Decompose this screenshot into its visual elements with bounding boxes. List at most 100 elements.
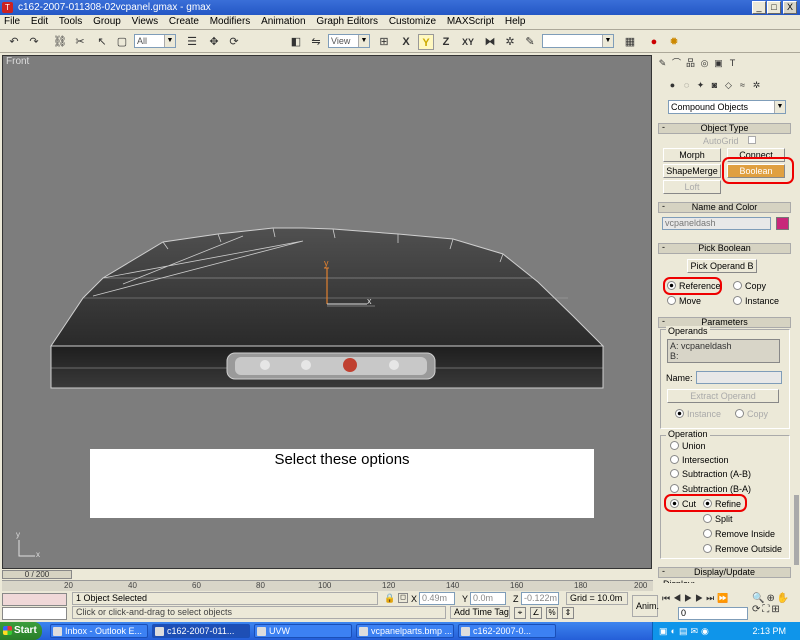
object-category-dropdown[interactable]: Compound Objects ▼ xyxy=(668,100,786,114)
pick-boolean-rollout-header[interactable]: Pick Boolean xyxy=(658,243,791,254)
panel-scrollbar[interactable] xyxy=(794,495,799,565)
taskbar-item-uvw[interactable]: UVW xyxy=(254,624,352,638)
display-update-rollout-header[interactable]: Display/Update xyxy=(658,567,791,578)
move-icon[interactable]: ✥ xyxy=(206,34,222,50)
animate-mode-button[interactable]: Anim. xyxy=(632,595,659,617)
taskbar-item-bmp[interactable]: vcpanelparts.bmp ... xyxy=(356,624,454,638)
close-button[interactable]: X xyxy=(783,1,797,14)
mirror-icon[interactable]: ⇋ xyxy=(308,34,324,50)
tray-icons[interactable]: ▣◐▤✉◉ xyxy=(659,622,712,640)
lights-category-icon[interactable]: ✦ xyxy=(695,79,706,91)
loft-button[interactable]: Loft xyxy=(663,180,721,194)
spacewarps-category-icon[interactable]: ≈ xyxy=(737,79,748,91)
material-editor-icon[interactable]: ▦ xyxy=(622,34,638,50)
maxscript-listener-swatch[interactable] xyxy=(2,593,67,606)
mirror-selected-icon[interactable]: ⧓ xyxy=(482,34,498,50)
instance-radio[interactable]: Instance xyxy=(733,296,779,307)
playback-controls[interactable]: ⏮◀▶▶⏭⏩ xyxy=(662,593,748,605)
cameras-category-icon[interactable]: ◙ xyxy=(709,79,720,91)
menu-group[interactable]: Group xyxy=(89,15,125,29)
object-color-swatch[interactable] xyxy=(776,217,789,230)
taskbar-item-gmax-2[interactable]: c162-2007-0... xyxy=(458,624,556,638)
menu-views[interactable]: Views xyxy=(128,15,163,29)
taskbar-item-gmax[interactable]: c162-2007-011... xyxy=(152,624,250,638)
z-coordinate-field[interactable]: -0.122m xyxy=(521,592,559,605)
morph-button[interactable]: Morph xyxy=(663,148,721,162)
menu-edit[interactable]: Edit xyxy=(27,15,52,29)
x-coordinate-field[interactable]: 0.49m xyxy=(419,592,455,605)
time-slider[interactable]: 0 / 200 xyxy=(2,570,72,579)
axis-x-button[interactable]: X xyxy=(398,34,414,50)
scale-icon[interactable]: ◧ xyxy=(288,34,304,50)
pick-operand-b-button[interactable]: Pick Operand B xyxy=(687,259,757,273)
menu-maxscript[interactable]: MAXScript xyxy=(443,15,498,29)
menu-customize[interactable]: Customize xyxy=(385,15,440,29)
name-and-color-rollout-header[interactable]: Name and Color xyxy=(658,202,791,213)
gmax-app-icon[interactable]: T xyxy=(2,2,13,13)
angle-snap-icon[interactable]: ∠ xyxy=(530,607,542,619)
axis-z-button[interactable]: Z xyxy=(438,34,454,50)
move-radio[interactable]: Move xyxy=(667,296,701,307)
systems-category-icon[interactable]: ✲ xyxy=(751,79,762,91)
motion-tab-icon[interactable]: ◎ xyxy=(699,57,710,69)
snap-toggle-icon[interactable]: ⌖ xyxy=(514,607,526,619)
current-frame-field[interactable]: 0 xyxy=(678,607,748,620)
absolute-mode-icon[interactable]: ◻ xyxy=(398,593,408,603)
maxscript-listener-input[interactable] xyxy=(2,607,67,620)
select-by-name-icon[interactable]: ☰ xyxy=(184,34,200,50)
menu-help[interactable]: Help xyxy=(501,15,530,29)
undo-icon[interactable]: ↶ xyxy=(6,34,22,50)
extract-operand-button[interactable]: Extract Operand xyxy=(667,389,779,403)
object-name-field[interactable]: vcpaneldash xyxy=(662,217,771,230)
menu-modifiers[interactable]: Modifiers xyxy=(206,15,255,29)
select-object-icon[interactable]: ↖ xyxy=(94,34,110,50)
utilities-tab-icon[interactable]: T xyxy=(727,57,738,69)
viewport-navigation-controls[interactable]: 🔍⊕✋ ⟳⛶⊞ xyxy=(752,593,798,620)
spinner-snap-icon[interactable]: ⇕ xyxy=(562,607,574,619)
rotate-icon[interactable]: ⟳ xyxy=(226,34,242,50)
maximize-button[interactable]: □ xyxy=(767,1,781,14)
taskbar-item-outlook[interactable]: Inbox - Outlook E... xyxy=(50,624,148,638)
menu-file[interactable]: File xyxy=(0,15,24,29)
align-icon[interactable]: ✲ xyxy=(502,34,518,50)
menu-tools[interactable]: Tools xyxy=(55,15,86,29)
reference-coordinate-dropdown[interactable]: View ▼ xyxy=(328,34,370,48)
autogrid-checkbox[interactable] xyxy=(748,136,756,144)
split-radio[interactable]: Split xyxy=(703,514,733,525)
operand-a-item[interactable]: A: vcpaneldash xyxy=(670,341,732,351)
display-tab-icon[interactable]: ▣ xyxy=(713,57,724,69)
pivot-center-icon[interactable]: ⊞ xyxy=(376,34,392,50)
operand-b-item[interactable]: B: xyxy=(670,351,679,361)
copy-radio[interactable]: Copy xyxy=(733,281,766,292)
named-selection-icon[interactable]: ✎ xyxy=(522,34,538,50)
operands-list[interactable]: A: vcpaneldash B: xyxy=(667,339,780,363)
menu-create[interactable]: Create xyxy=(165,15,203,29)
hierarchy-tab-icon[interactable]: 品 xyxy=(685,57,696,69)
lock-selection-icon[interactable]: 🔒 xyxy=(384,593,395,603)
timeline-track[interactable]: 20 40 60 80 100 120 140 160 180 200 xyxy=(2,580,653,591)
render-scene-icon[interactable]: ● xyxy=(646,34,662,50)
named-selection-sets-dropdown[interactable]: ▼ xyxy=(542,34,614,48)
remove-outside-radio[interactable]: Remove Outside xyxy=(703,544,782,555)
clock[interactable]: 2:13 PM xyxy=(752,626,786,636)
subtraction-a-b-radio[interactable]: Subtraction (A-B) xyxy=(670,469,751,480)
minimize-button[interactable]: _ xyxy=(752,1,766,14)
axis-xy-button[interactable]: XY xyxy=(458,34,478,50)
menu-animation[interactable]: Animation xyxy=(257,15,309,29)
shapemerge-button[interactable]: ShapeMerge xyxy=(663,164,721,178)
geometry-category-icon[interactable]: ● xyxy=(667,79,678,91)
selection-filter-dropdown[interactable]: All ▼ xyxy=(134,34,176,48)
create-tab-icon[interactable]: ✎ xyxy=(657,57,668,69)
modify-tab-icon[interactable]: ⌒ xyxy=(671,57,682,69)
y-coordinate-field[interactable]: 0.0m xyxy=(470,592,506,605)
axis-y-button[interactable]: Y xyxy=(418,34,434,50)
start-button[interactable]: Start xyxy=(0,622,42,640)
extract-copy-radio[interactable]: Copy xyxy=(735,409,768,420)
shapes-category-icon[interactable]: ◌ xyxy=(681,79,692,91)
extract-instance-radio[interactable]: Instance xyxy=(675,409,721,420)
operand-name-field[interactable] xyxy=(696,371,782,384)
intersection-radio[interactable]: Intersection xyxy=(670,455,729,466)
select-and-link-icon[interactable]: ⛓ xyxy=(52,34,68,50)
object-type-rollout-header[interactable]: Object Type xyxy=(658,123,791,134)
add-time-tag-button[interactable]: Add Time Tag xyxy=(450,606,510,619)
